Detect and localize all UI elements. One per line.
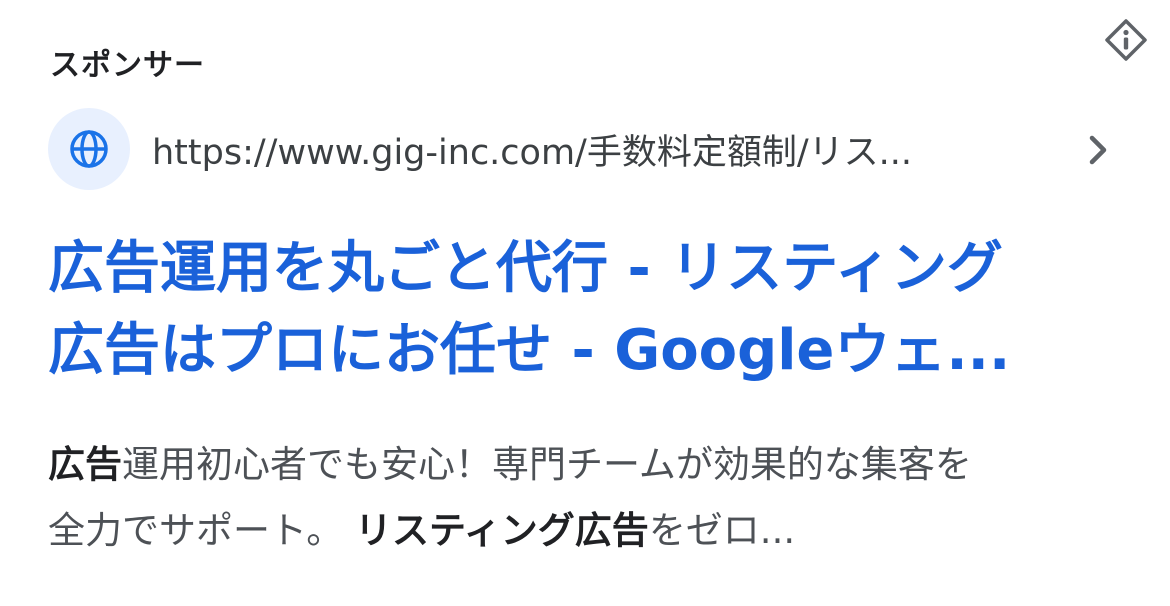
display-url-row[interactable]: https://www.gig-inc.com/手数料定額制/リス... — [48, 108, 1118, 190]
chevron-right-icon[interactable] — [1078, 130, 1118, 170]
display-url[interactable]: https://www.gig-inc.com/手数料定額制/リス... — [152, 124, 1032, 175]
headline-line-1[interactable]: 広告運用を丸ごと代行 - リスティング — [48, 228, 1128, 310]
description-bold-term: 広告 — [48, 443, 122, 486]
headline-line-2[interactable]: 広告はプロにお任せ - Googleウェ... — [48, 310, 1128, 392]
sponsored-label: スポンサー — [50, 48, 205, 83]
sponsored-ad-card[interactable]: スポンサー https://www.gig-inc.com/手数料定額制/リス.… — [0, 0, 1170, 606]
ad-headline-link[interactable]: 広告運用を丸ごと代行 - リスティング 広告はプロにお任せ - Googleウェ… — [48, 228, 1128, 392]
description-bold-term: リスティング広告 — [355, 509, 649, 552]
ad-description: 広告運用初心者でも安心！専門チームが効果的な集客を 全力でサポート。 リスティン… — [48, 432, 1128, 564]
description-text: をゼロ... — [648, 509, 796, 552]
favicon — [48, 108, 130, 190]
description-line-1: 広告運用初心者でも安心！専門チームが効果的な集客を — [48, 432, 1128, 498]
description-text: 運用初心者でも安心！専門チームが効果的な集客を — [122, 443, 972, 486]
description-line-2: 全力でサポート。 リスティング広告をゼロ... — [48, 498, 1128, 564]
info-diamond-icon[interactable] — [1104, 18, 1148, 62]
globe-icon — [70, 130, 108, 168]
description-text: 全力でサポート。 — [48, 509, 356, 552]
